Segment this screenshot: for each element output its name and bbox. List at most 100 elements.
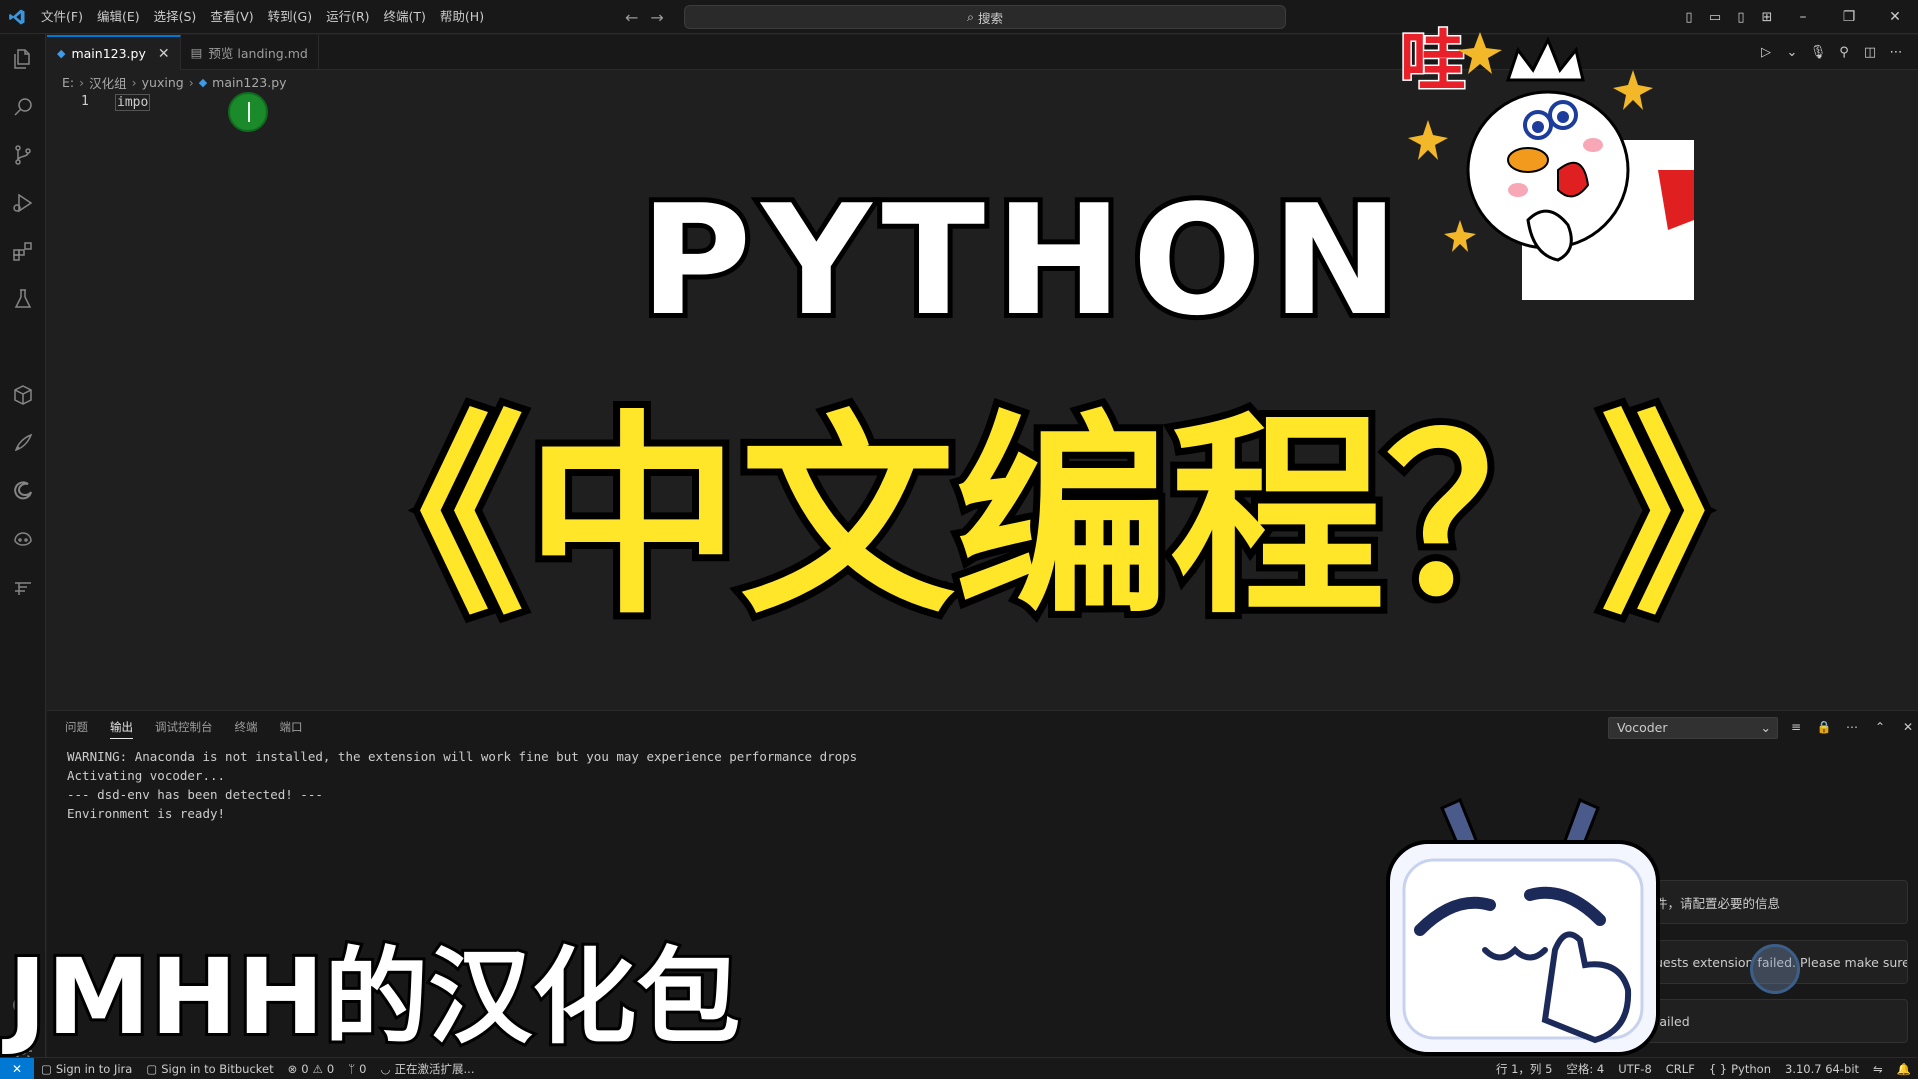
warning-count: 0 bbox=[326, 1061, 335, 1076]
nav-arrows: ← → bbox=[625, 0, 664, 34]
tab-terminal[interactable]: 终端 bbox=[235, 719, 258, 739]
lock-icon[interactable]: 🔒 bbox=[1813, 716, 1835, 738]
output-line: Activating vocoder... bbox=[67, 768, 226, 783]
ports-count: 0 bbox=[359, 1061, 367, 1076]
output-line: WARNING: Anaconda is not installed, the … bbox=[67, 749, 858, 764]
customize-layout-icon[interactable]: ⊞ bbox=[1754, 0, 1780, 34]
clear-output-icon[interactable]: ≡ bbox=[1785, 716, 1807, 738]
menu-view[interactable]: 查看(V) bbox=[203, 0, 260, 34]
title-bar: 文件(F) 编辑(E) 选择(S) 查看(V) 转到(G) 运行(R) 终端(T… bbox=[0, 0, 1918, 34]
search-view-icon[interactable] bbox=[0, 84, 46, 130]
menu-run[interactable]: 运行(R) bbox=[319, 0, 376, 34]
explorer-icon[interactable] bbox=[0, 36, 46, 82]
menu-file[interactable]: 文件(F) bbox=[34, 0, 90, 34]
command-center-search[interactable]: ⌕ 搜索 bbox=[684, 5, 1286, 29]
bitbucket-status[interactable]: ▢ Sign in to Bitbucket bbox=[139, 1062, 280, 1076]
feedback-icon[interactable]: ⇋ bbox=[1866, 1062, 1890, 1076]
click-highlight-icon bbox=[1750, 944, 1800, 994]
back-arrow-icon[interactable]: ← bbox=[625, 8, 638, 27]
more-actions-icon[interactable]: ⋯ bbox=[1841, 716, 1863, 738]
breadcrumb-file[interactable]: main123.py bbox=[212, 75, 286, 90]
jira-icon: ▢ bbox=[41, 1061, 52, 1076]
microphone-icon[interactable]: 🎙 bbox=[1806, 41, 1830, 65]
remote-indicator-icon[interactable]: ✕ bbox=[0, 1057, 34, 1079]
maximize-panel-icon[interactable]: ⌃ bbox=[1869, 716, 1891, 738]
code-line[interactable]: impo bbox=[115, 94, 151, 111]
tab-landing-md[interactable]: ▤ 预览 landing.md bbox=[181, 35, 319, 70]
chevron-down-icon: ⌄ bbox=[1760, 720, 1771, 735]
output-channel-value: Vocoder bbox=[1617, 720, 1668, 735]
braces-icon: { } bbox=[1708, 1062, 1728, 1076]
menu-selection[interactable]: 选择(S) bbox=[147, 0, 204, 34]
run-debug-icon[interactable] bbox=[0, 180, 46, 226]
mouse-icon[interactable]: ⚲ bbox=[1832, 41, 1856, 65]
line-number: 1 bbox=[81, 94, 89, 109]
output-line: Environment is ready! bbox=[67, 806, 226, 821]
tab-problems[interactable]: 问题 bbox=[65, 719, 88, 739]
menu-help[interactable]: 帮助(H) bbox=[433, 0, 491, 34]
python-file-icon: ◆ bbox=[57, 47, 66, 60]
output-channel-select[interactable]: Vocoder ⌄ bbox=[1608, 717, 1778, 739]
breadcrumb-folder[interactable]: 汉化组 bbox=[89, 73, 127, 92]
remote-explorer-icon[interactable] bbox=[0, 564, 46, 610]
notification-toast[interactable]: 件，请配置必要的信息 bbox=[1640, 880, 1908, 924]
tab-label: main123.py bbox=[71, 46, 146, 61]
tab-output[interactable]: 输出 bbox=[110, 719, 133, 739]
run-python-icon[interactable]: ▷ bbox=[1754, 41, 1778, 65]
menu-go[interactable]: 转到(G) bbox=[261, 0, 319, 34]
more-actions-icon[interactable]: ⋯ bbox=[1884, 41, 1908, 65]
chevron-down-icon[interactable]: ⌄ bbox=[1780, 41, 1804, 65]
bitbucket-icon: ▢ bbox=[146, 1061, 158, 1076]
encoding[interactable]: UTF-8 bbox=[1611, 1062, 1659, 1076]
python-file-icon: ◆ bbox=[198, 75, 208, 89]
end-of-line[interactable]: CRLF bbox=[1659, 1062, 1702, 1076]
overlay-caption: JMHH的汉化包 bbox=[5, 936, 743, 1058]
split-editor-icon[interactable]: ◫ bbox=[1858, 41, 1882, 65]
activating-label: 正在激活扩展... bbox=[394, 1061, 475, 1076]
package-icon[interactable] bbox=[0, 372, 46, 418]
forward-arrow-icon[interactable]: → bbox=[650, 8, 663, 27]
problems-status[interactable]: ⊗ 0 ⚠ 0 bbox=[281, 1062, 342, 1076]
toggle-primary-sidebar-icon[interactable]: ▯ bbox=[1676, 0, 1702, 34]
warning-icon: ⚠ bbox=[312, 1061, 323, 1076]
menu-terminal[interactable]: 终端(T) bbox=[377, 0, 433, 34]
activating-status: ◡ 正在激活扩展... bbox=[373, 1061, 481, 1077]
tab-main123-py[interactable]: ◆ main123.py ✕ bbox=[47, 35, 181, 70]
python-interpreter[interactable]: 3.10.7 64-bit bbox=[1778, 1062, 1866, 1076]
close-panel-icon[interactable]: ✕ bbox=[1897, 716, 1918, 738]
testing-icon[interactable] bbox=[0, 276, 46, 322]
extensions-icon[interactable] bbox=[0, 228, 46, 274]
ports-status[interactable]: ᛘ 0 bbox=[341, 1062, 373, 1076]
notifications-bell-icon[interactable]: 🔔 bbox=[1890, 1062, 1918, 1076]
tab-label: 预览 landing.md bbox=[208, 46, 308, 61]
menu-bar: 文件(F) 编辑(E) 选择(S) 查看(V) 转到(G) 运行(R) 终端(T… bbox=[34, 0, 491, 34]
minimize-icon[interactable]: – bbox=[1780, 0, 1826, 34]
indentation[interactable]: 空格: 4 bbox=[1559, 1061, 1611, 1077]
editor-actions: ▷ ⌄ 🎙 ⚲ ◫ ⋯ bbox=[1754, 35, 1908, 70]
cursor-position[interactable]: 行 1，列 5 bbox=[1489, 1061, 1559, 1077]
vscode-logo-icon bbox=[0, 0, 34, 34]
close-tab-icon[interactable]: ✕ bbox=[158, 46, 170, 62]
source-control-icon[interactable] bbox=[0, 132, 46, 178]
restore-icon[interactable]: ❐ bbox=[1826, 0, 1872, 34]
toggle-panel-icon[interactable]: ▭ bbox=[1702, 0, 1728, 34]
close-window-icon[interactable]: ✕ bbox=[1872, 0, 1918, 34]
notification-toast[interactable]: failed bbox=[1640, 999, 1908, 1043]
title-actions: ▯ ▭ ▯ ⊞ – ❐ ✕ bbox=[1676, 0, 1918, 34]
breadcrumb-folder[interactable]: yuxing bbox=[142, 75, 184, 90]
rocket-icon[interactable] bbox=[0, 420, 46, 466]
edge-icon[interactable] bbox=[0, 468, 46, 514]
language-mode[interactable]: { } Python bbox=[1702, 1062, 1778, 1076]
menu-edit[interactable]: 编辑(E) bbox=[90, 0, 147, 34]
mouse-cursor-highlight bbox=[228, 92, 268, 132]
copilot-icon[interactable] bbox=[0, 516, 46, 562]
tab-debug-console[interactable]: 调试控制台 bbox=[155, 719, 213, 739]
breadcrumb-drive[interactable]: E: bbox=[62, 75, 74, 90]
toggle-secondary-sidebar-icon[interactable]: ▯ bbox=[1728, 0, 1754, 34]
overlay-title-python: PYTHON bbox=[635, 172, 1409, 349]
jira-status[interactable]: ▢ Sign in to Jira bbox=[34, 1062, 139, 1076]
tab-ports[interactable]: 端口 bbox=[280, 719, 303, 739]
antenna-icon: ᛘ bbox=[348, 1061, 356, 1076]
output-log: WARNING: Anaconda is not installed, the … bbox=[67, 747, 857, 823]
status-bar-right: 行 1，列 5 空格: 4 UTF-8 CRLF { } Python 3.10… bbox=[1489, 1058, 1918, 1079]
